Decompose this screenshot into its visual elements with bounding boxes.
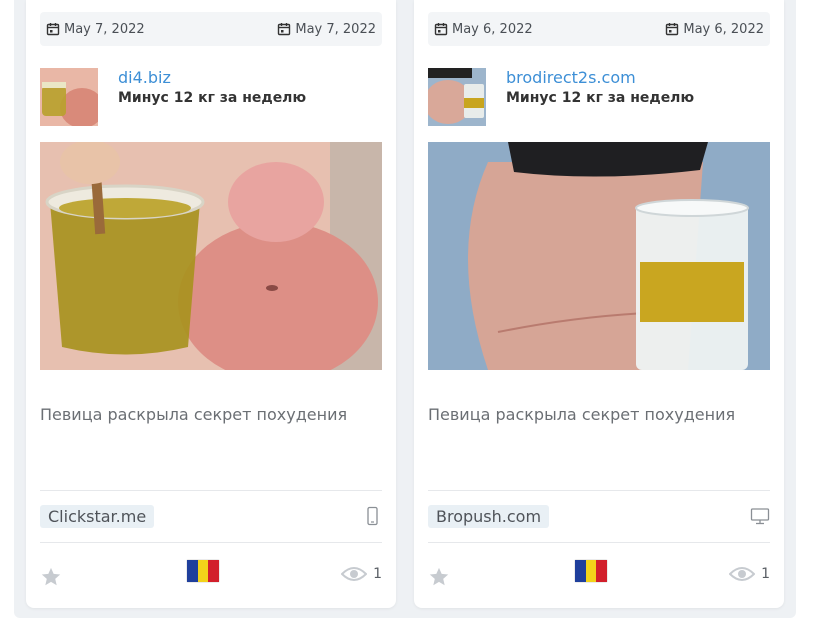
divider [428, 542, 770, 543]
last-seen-date: May 7, 2022 [277, 22, 376, 37]
flag-stripe [208, 560, 220, 582]
calendar-icon [46, 23, 60, 36]
first-seen-date: May 7, 2022 [46, 22, 145, 37]
views-counter: 1 [341, 565, 382, 583]
ad-card[interactable]: May 7, 2022 May 7, 2022 di4.biz Минус 12… [26, 0, 396, 608]
first-seen-date: May 6, 2022 [434, 22, 533, 37]
flag-stripe [596, 560, 608, 582]
calendar-icon [666, 23, 679, 36]
ad-main-image[interactable] [40, 142, 382, 370]
star-icon[interactable] [40, 566, 62, 588]
ad-main-image[interactable] [428, 142, 770, 370]
ad-domain-link[interactable]: di4.biz [118, 68, 171, 87]
flag-stripe [585, 560, 597, 582]
country-flag [187, 560, 220, 582]
ad-headline: Минус 12 кг за неделю [118, 90, 307, 106]
ad-thumbnail[interactable] [40, 68, 98, 126]
ad-thumbnail[interactable] [428, 68, 486, 126]
mobile-icon [367, 506, 378, 526]
views-count: 1 [761, 566, 770, 582]
ad-network-badge[interactable]: Bropush.com [428, 505, 550, 528]
last-seen-date: May 6, 2022 [665, 22, 764, 37]
desktop-icon [750, 508, 770, 525]
ad-domain-link[interactable]: brodirect2s.com [506, 68, 636, 87]
divider [40, 490, 382, 491]
date-text: May 7, 2022 [64, 21, 145, 37]
eye-icon [729, 567, 756, 581]
date-text: May 6, 2022 [683, 21, 764, 37]
ad-card[interactable]: May 6, 2022 May 6, 2022 brodirect2s.com … [414, 0, 784, 608]
views-count: 1 [373, 566, 382, 582]
views-counter: 1 [729, 565, 770, 583]
date-text: May 6, 2022 [452, 21, 533, 37]
divider [40, 542, 382, 543]
ad-header: di4.biz Минус 12 кг за неделю [40, 68, 382, 126]
country-flag [575, 560, 608, 582]
date-bar: May 6, 2022 May 6, 2022 [428, 12, 770, 46]
divider [428, 490, 770, 491]
ad-headline: Минус 12 кг за неделю [506, 90, 695, 106]
date-text: May 7, 2022 [295, 21, 376, 37]
calendar-icon [278, 23, 291, 36]
flag-stripe [187, 560, 198, 582]
ad-header: brodirect2s.com Минус 12 кг за неделю [428, 68, 770, 126]
flag-stripe [197, 560, 209, 582]
calendar-icon [434, 23, 448, 36]
flag-stripe [575, 560, 586, 582]
date-bar: May 7, 2022 May 7, 2022 [40, 12, 382, 46]
ad-description: Певица раскрыла секрет похудения [40, 405, 348, 424]
eye-icon [341, 567, 368, 581]
star-icon[interactable] [428, 566, 450, 588]
ad-description: Певица раскрыла секрет похудения [428, 405, 736, 424]
ad-network-badge[interactable]: Clickstar.me [40, 505, 155, 528]
